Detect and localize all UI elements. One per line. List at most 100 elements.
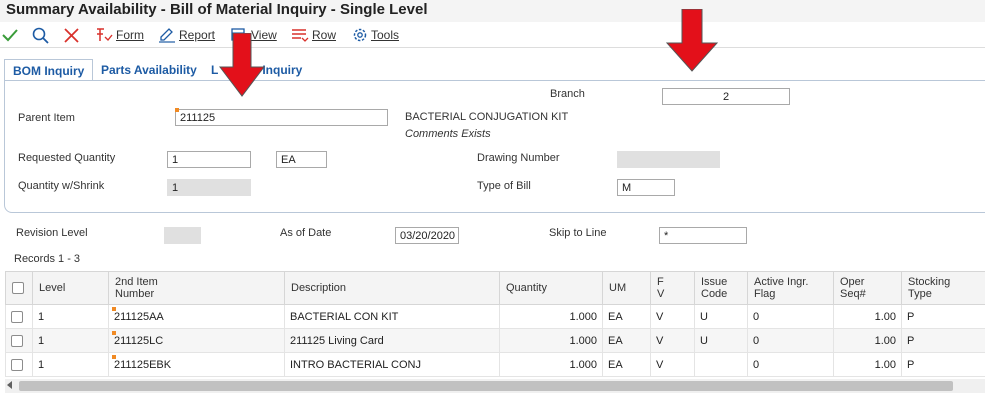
parent-item-field[interactable]: 211125 — [175, 109, 388, 126]
form-menu[interactable]: Form — [95, 26, 144, 44]
row-menu-label: Row — [312, 28, 337, 42]
report-icon — [159, 28, 175, 43]
as-of-date-field[interactable]: 03/20/2020 — [395, 227, 459, 244]
column-header-second-item-line1: 2nd Item — [115, 276, 158, 288]
search-button[interactable] — [32, 26, 49, 44]
header-panel — [4, 80, 985, 213]
drawing-number-label: Drawing Number — [477, 152, 560, 164]
cell-um: EA — [602, 304, 651, 329]
as-of-date-label: As of Date — [280, 227, 332, 239]
horizontal-scrollbar[interactable] — [5, 379, 985, 393]
parent-item-label: Parent Item — [18, 112, 75, 124]
table-row[interactable]: 1 211125AA BACTERIAL CON KIT 1.000 EA V … — [5, 304, 985, 329]
cell-um: EA — [602, 328, 651, 353]
requested-quantity-label: Requested Quantity — [18, 152, 116, 164]
search-icon — [32, 27, 49, 44]
cell-stocking-type: P — [901, 328, 985, 353]
column-header-um[interactable]: UM — [602, 271, 651, 305]
cell-stocking-type: P — [901, 304, 985, 329]
type-of-bill-field[interactable]: M — [617, 179, 675, 196]
toolbar: Form Report View Row Tools — [0, 22, 985, 48]
column-header-oper-seq[interactable]: Oper Seq# — [833, 271, 902, 305]
cell-active-flag: 0 — [747, 328, 834, 353]
row-menu[interactable]: Row — [291, 26, 336, 44]
cell-oper-seq: 1.00 — [833, 352, 902, 377]
ok-button[interactable] — [2, 26, 18, 44]
title-bar: Summary Availability - Bill of Material … — [0, 0, 985, 22]
column-header-quantity[interactable]: Quantity — [499, 271, 603, 305]
checkbox — [11, 310, 23, 323]
row-select-checkbox[interactable] — [5, 328, 33, 353]
branch-field[interactable]: 2 — [662, 88, 790, 105]
column-header-level[interactable]: Level — [32, 271, 109, 305]
required-marker — [175, 108, 179, 112]
checkbox — [12, 282, 24, 295]
table-row[interactable]: 1 211125LC 211125 Living Card 1.000 EA V… — [5, 328, 985, 353]
cell-issue-code: U — [694, 304, 748, 329]
revision-level-label: Revision Level — [16, 227, 88, 239]
column-header-issue-line1: Issue — [701, 276, 728, 288]
table-row[interactable]: 1 211125EBK INTRO BACTERIAL CONJ 1.000 E… — [5, 352, 985, 377]
scrollbar-thumb[interactable] — [19, 381, 953, 391]
cell-quantity[interactable]: 1.000 — [499, 328, 603, 353]
cell-second-item-text: 211125AA — [114, 310, 164, 323]
column-header-active-line2: Flag — [754, 288, 776, 300]
tools-menu[interactable]: Tools — [352, 26, 399, 44]
red-arrow-icon — [219, 33, 265, 97]
tab-bom-inquiry[interactable]: BOM Inquiry — [4, 59, 94, 81]
row-select-checkbox[interactable] — [5, 304, 33, 329]
cell-active-flag: 0 — [747, 352, 834, 377]
report-menu[interactable]: Report — [158, 26, 215, 44]
type-of-bill-label: Type of Bill — [477, 180, 531, 192]
cell-second-item-text: 211125EBK — [114, 358, 172, 371]
cell-stocking-type: P — [901, 352, 985, 377]
cell-second-item-text: 211125LC — [114, 334, 164, 347]
cell-quantity[interactable]: 1.000 — [499, 304, 603, 329]
column-header-issue-code[interactable]: Issue Code — [694, 271, 748, 305]
bom-grid: Level 2nd Item Number Description Quantit… — [5, 271, 985, 377]
cell-second-item[interactable]: 211125EBK — [108, 352, 285, 377]
form-menu-label: Form — [116, 28, 144, 42]
row-select-checkbox[interactable] — [5, 352, 33, 377]
column-header-active-line1: Active Ingr. — [754, 276, 809, 288]
cell-fv: V — [650, 352, 695, 377]
window-title: Summary Availability - Bill of Material … — [6, 1, 428, 18]
cell-second-item[interactable]: 211125LC — [108, 328, 285, 353]
cancel-button[interactable] — [64, 26, 79, 44]
cell-fv: V — [650, 328, 695, 353]
cell-oper-seq: 1.00 — [833, 304, 902, 329]
branch-label: Branch — [550, 88, 585, 100]
cell-quantity[interactable]: 1.000 — [499, 352, 603, 377]
column-header-fv-line1: F — [657, 276, 664, 288]
red-arrow-icon — [665, 9, 719, 72]
scroll-left-arrow-icon[interactable] — [7, 381, 12, 389]
skip-to-line-field[interactable]: * — [659, 227, 747, 244]
cell-level: 1 — [32, 352, 109, 377]
column-header-oper-line2: Seq# — [840, 288, 866, 300]
column-header-second-item[interactable]: 2nd Item Number — [108, 271, 285, 305]
parent-item-description: BACTERIAL CONJUGATION KIT — [405, 111, 569, 123]
cell-second-item[interactable]: 211125AA — [108, 304, 285, 329]
cell-oper-seq: 1.00 — [833, 328, 902, 353]
unit-of-measure-field[interactable]: EA — [276, 151, 327, 168]
requested-quantity-field[interactable]: 1 — [167, 151, 251, 168]
tab-parts-availability[interactable]: Parts Availability — [93, 59, 205, 81]
column-header-fv[interactable]: FV — [650, 271, 695, 305]
cell-level: 1 — [32, 328, 109, 353]
select-all-checkbox[interactable] — [5, 271, 33, 305]
revision-level-field — [164, 227, 201, 244]
drawing-number-field — [617, 151, 720, 168]
column-header-stocking-line1: Stocking — [908, 276, 951, 288]
grid-header-row: Level 2nd Item Number Description Quantit… — [5, 271, 985, 305]
column-header-description[interactable]: Description — [284, 271, 500, 305]
records-count: Records 1 - 3 — [14, 253, 81, 265]
cell-description: INTRO BACTERIAL CONJ — [284, 352, 500, 377]
comments-exists-link[interactable]: Comments Exists — [405, 128, 491, 140]
cell-fv: V — [650, 304, 695, 329]
column-header-stocking-type[interactable]: Stocking Type — [901, 271, 985, 305]
required-marker — [112, 307, 116, 311]
column-header-active-ingr-flag[interactable]: Active Ingr. Flag — [747, 271, 834, 305]
skip-to-line-label: Skip to Line — [549, 227, 607, 239]
quantity-shrink-field: 1 — [167, 179, 251, 196]
column-header-stocking-line2: Type — [908, 288, 932, 300]
